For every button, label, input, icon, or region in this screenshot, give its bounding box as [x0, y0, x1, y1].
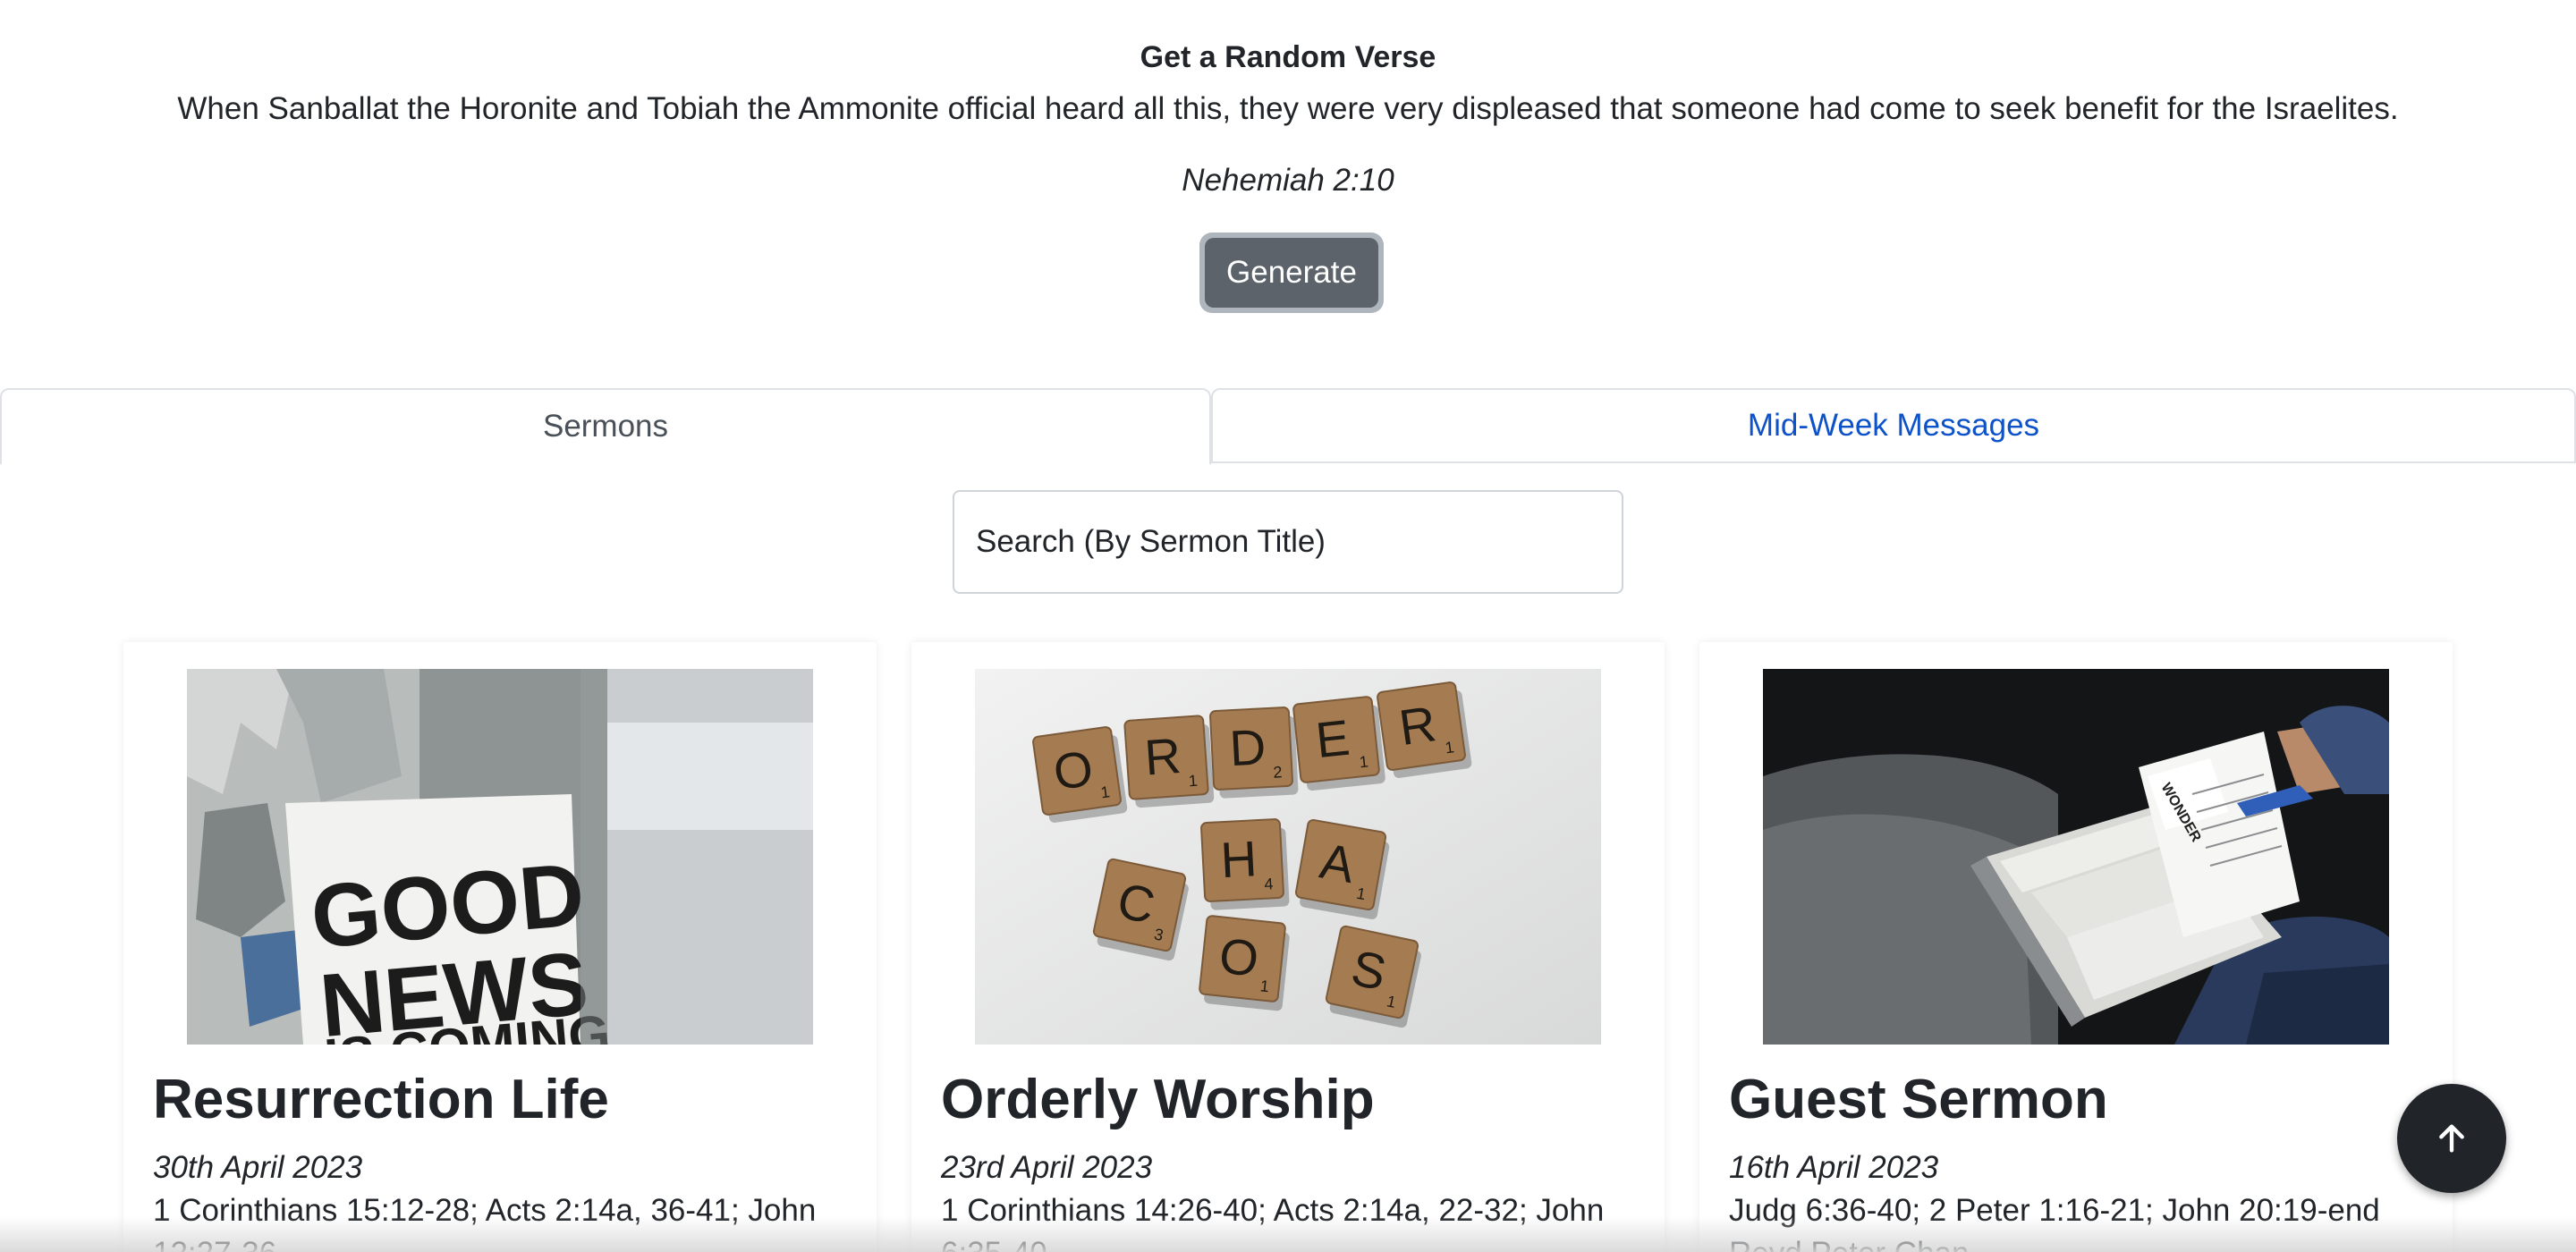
back-to-top-button[interactable]	[2397, 1084, 2506, 1193]
scrabble-tile: O1	[1032, 726, 1128, 823]
sermon-title: Resurrection Life	[153, 1069, 609, 1130]
sermon-speaker: Revd Peter Chan	[1729, 1236, 1969, 1252]
sermon-scripture: 1 Corinthians 14:26-40; Acts 2:14a, 22-3…	[941, 1193, 1605, 1252]
svg-text:O: O	[1216, 926, 1261, 986]
svg-text:2: 2	[1273, 763, 1283, 781]
sermon-scripture: Judg 6:36-40; 2 Peter 1:16-21; John 20:1…	[1729, 1189, 2409, 1252]
sermon-date: 23rd April 2023	[941, 1150, 1153, 1185]
scrabble-tile: R1	[1123, 715, 1215, 808]
sermon-scripture: 1 Corinthians 15:12-28; Acts 2:14a, 36-4…	[153, 1193, 817, 1252]
sermon-title: Orderly Worship	[941, 1069, 1375, 1130]
scrabble-tile: D2	[1209, 706, 1299, 799]
svg-text:1: 1	[1259, 977, 1270, 995]
scrabble-tile: S1	[1325, 925, 1421, 1028]
svg-text:O: O	[1050, 740, 1097, 800]
tab-sermons[interactable]: Sermons	[0, 388, 1211, 465]
scrabble-tile: E1	[1292, 696, 1385, 791]
scrabble-tile: A1	[1294, 818, 1390, 919]
sermon-card[interactable]: O1R1D2E1R1C3H4A1O1S1 Orderly Worship 23r…	[911, 642, 1665, 1252]
svg-text:E: E	[1313, 709, 1352, 769]
svg-text:D: D	[1228, 718, 1267, 776]
svg-text:4: 4	[1264, 875, 1274, 892]
svg-text:H: H	[1219, 830, 1258, 888]
scrabble-tile: R1	[1377, 681, 1472, 778]
scrabble-tile: O1	[1199, 915, 1290, 1011]
svg-text:1: 1	[1359, 752, 1369, 771]
generate-button[interactable]: Generate	[1205, 238, 1378, 308]
sermon-search-input[interactable]	[953, 490, 1623, 594]
generate-button-focus-ring: Generate	[1199, 233, 1384, 313]
random-verse-heading: Get a Random Verse	[1140, 40, 1436, 74]
svg-text:R: R	[1143, 727, 1183, 786]
sermon-title: Guest Sermon	[1729, 1069, 2108, 1130]
arrow-up-icon	[2439, 1124, 2464, 1153]
sermon-scripture-text: Judg 6:36-40; 2 Peter 1:16-21; John 20:1…	[1729, 1193, 2380, 1228]
tab-mid-week-messages[interactable]: Mid-Week Messages	[1211, 388, 2576, 463]
svg-text:1: 1	[1188, 772, 1198, 791]
sermon-date: 16th April 2023	[1729, 1150, 1939, 1185]
sermon-date: 30th April 2023	[153, 1150, 363, 1185]
verse-reference: Nehemiah 2:10	[1182, 163, 1394, 198]
sermon-image-bible-notebook: WONDER	[1763, 669, 2389, 1045]
message-tabs: Sermons Mid-Week Messages	[0, 388, 2576, 465]
sermon-card[interactable]: WONDER Guest Sermon 16th April 2023 Judg…	[1699, 642, 2453, 1252]
sermon-image-good-news: GOOD NEWS IS COMING	[187, 669, 813, 1045]
verse-text: When Sanballat the Horonite and Tobiah t…	[177, 91, 2399, 126]
scrabble-tile: C3	[1092, 858, 1189, 961]
sermon-card[interactable]: GOOD NEWS IS COMING Resurrection Life 30…	[123, 642, 877, 1252]
scrabble-tile: H4	[1200, 818, 1290, 910]
sermon-image-scrabble-order-chaos: O1R1D2E1R1C3H4A1O1S1	[975, 669, 1601, 1045]
